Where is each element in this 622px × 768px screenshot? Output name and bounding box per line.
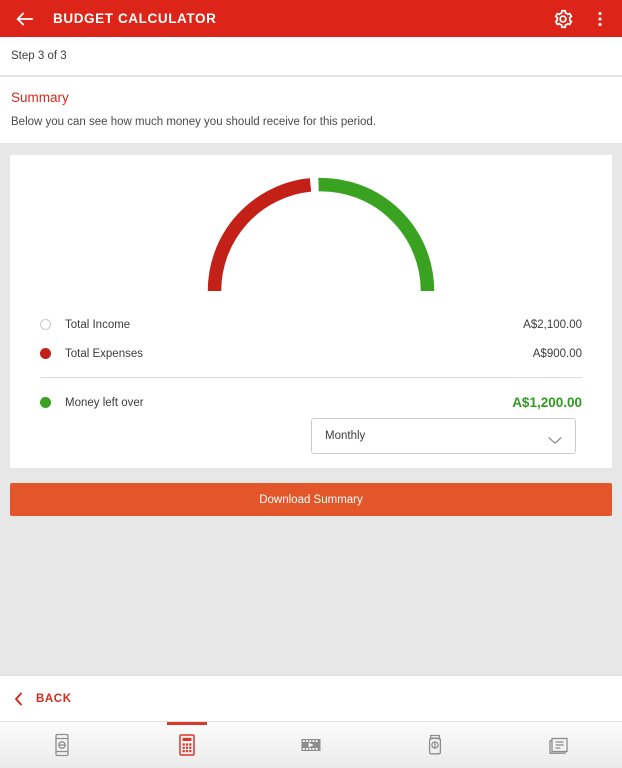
mobile-phone-money-icon xyxy=(49,731,75,759)
tab-calculator[interactable] xyxy=(124,722,248,768)
gauge-arc-remaining xyxy=(318,177,435,292)
download-summary-button[interactable]: Download Summary xyxy=(10,483,612,516)
legend-value-income: A$2,100.00 xyxy=(523,318,582,331)
summary-header: Summary Below you can see how much money… xyxy=(0,77,622,143)
tab-savings[interactable] xyxy=(373,722,497,768)
legend-label-remaining: Money left over xyxy=(65,396,144,409)
legend-marker-income xyxy=(40,319,51,330)
chevron-left-icon xyxy=(14,692,23,706)
app-screen: BUDGET CALCULATOR Step 3 of 3 Summary Be… xyxy=(0,0,622,768)
active-tab-indicator xyxy=(166,722,207,725)
period-select-value: Monthly xyxy=(325,430,366,442)
legend-list: Total Income A$2,100.00 Total Expenses A… xyxy=(10,310,612,417)
legend-value-expenses: A$900.00 xyxy=(532,347,582,360)
step-label: Step 3 of 3 xyxy=(11,50,67,62)
legend-label-expenses: Total Expenses xyxy=(65,347,143,360)
period-select[interactable]: Monthly xyxy=(311,418,576,454)
chevron-down-icon xyxy=(548,432,562,444)
app-title: BUDGET CALCULATOR xyxy=(53,11,217,26)
document-list-icon xyxy=(547,731,573,759)
tab-videos[interactable] xyxy=(249,722,373,768)
legend-divider xyxy=(40,377,582,378)
app-bar: BUDGET CALCULATOR xyxy=(0,0,622,37)
back-bar[interactable]: BACK xyxy=(0,675,622,721)
bottom-tab-bar xyxy=(0,721,622,768)
legend-row-total-income: Total Income A$2,100.00 xyxy=(40,310,582,339)
legend-row-total-expenses: Total Expenses A$900.00 xyxy=(40,339,582,368)
back-button-label: BACK xyxy=(36,692,72,705)
more-vertical-icon[interactable] xyxy=(592,8,608,30)
budget-gauge-chart xyxy=(207,177,435,292)
calculator-icon xyxy=(174,731,200,759)
legend-value-remaining: A$1,200.00 xyxy=(512,395,582,410)
gauge-arc-expenses xyxy=(207,178,312,292)
gear-icon[interactable] xyxy=(552,8,574,30)
legend-marker-remaining xyxy=(40,397,51,408)
page-description: Below you can see how much money you sho… xyxy=(11,116,377,128)
legend-marker-expenses xyxy=(40,348,51,359)
step-indicator-row: Step 3 of 3 xyxy=(0,37,622,76)
savings-jar-icon xyxy=(422,731,448,759)
legend-label-income: Total Income xyxy=(65,318,131,331)
tab-mobile-money[interactable] xyxy=(0,722,124,768)
page-title: Summary xyxy=(11,90,69,105)
tab-articles[interactable] xyxy=(498,722,622,768)
legend-row-money-left-over: Money left over A$1,200.00 xyxy=(40,388,582,417)
gauge-container xyxy=(10,155,612,300)
film-play-icon xyxy=(298,731,324,759)
arrow-left-icon[interactable] xyxy=(14,8,36,30)
